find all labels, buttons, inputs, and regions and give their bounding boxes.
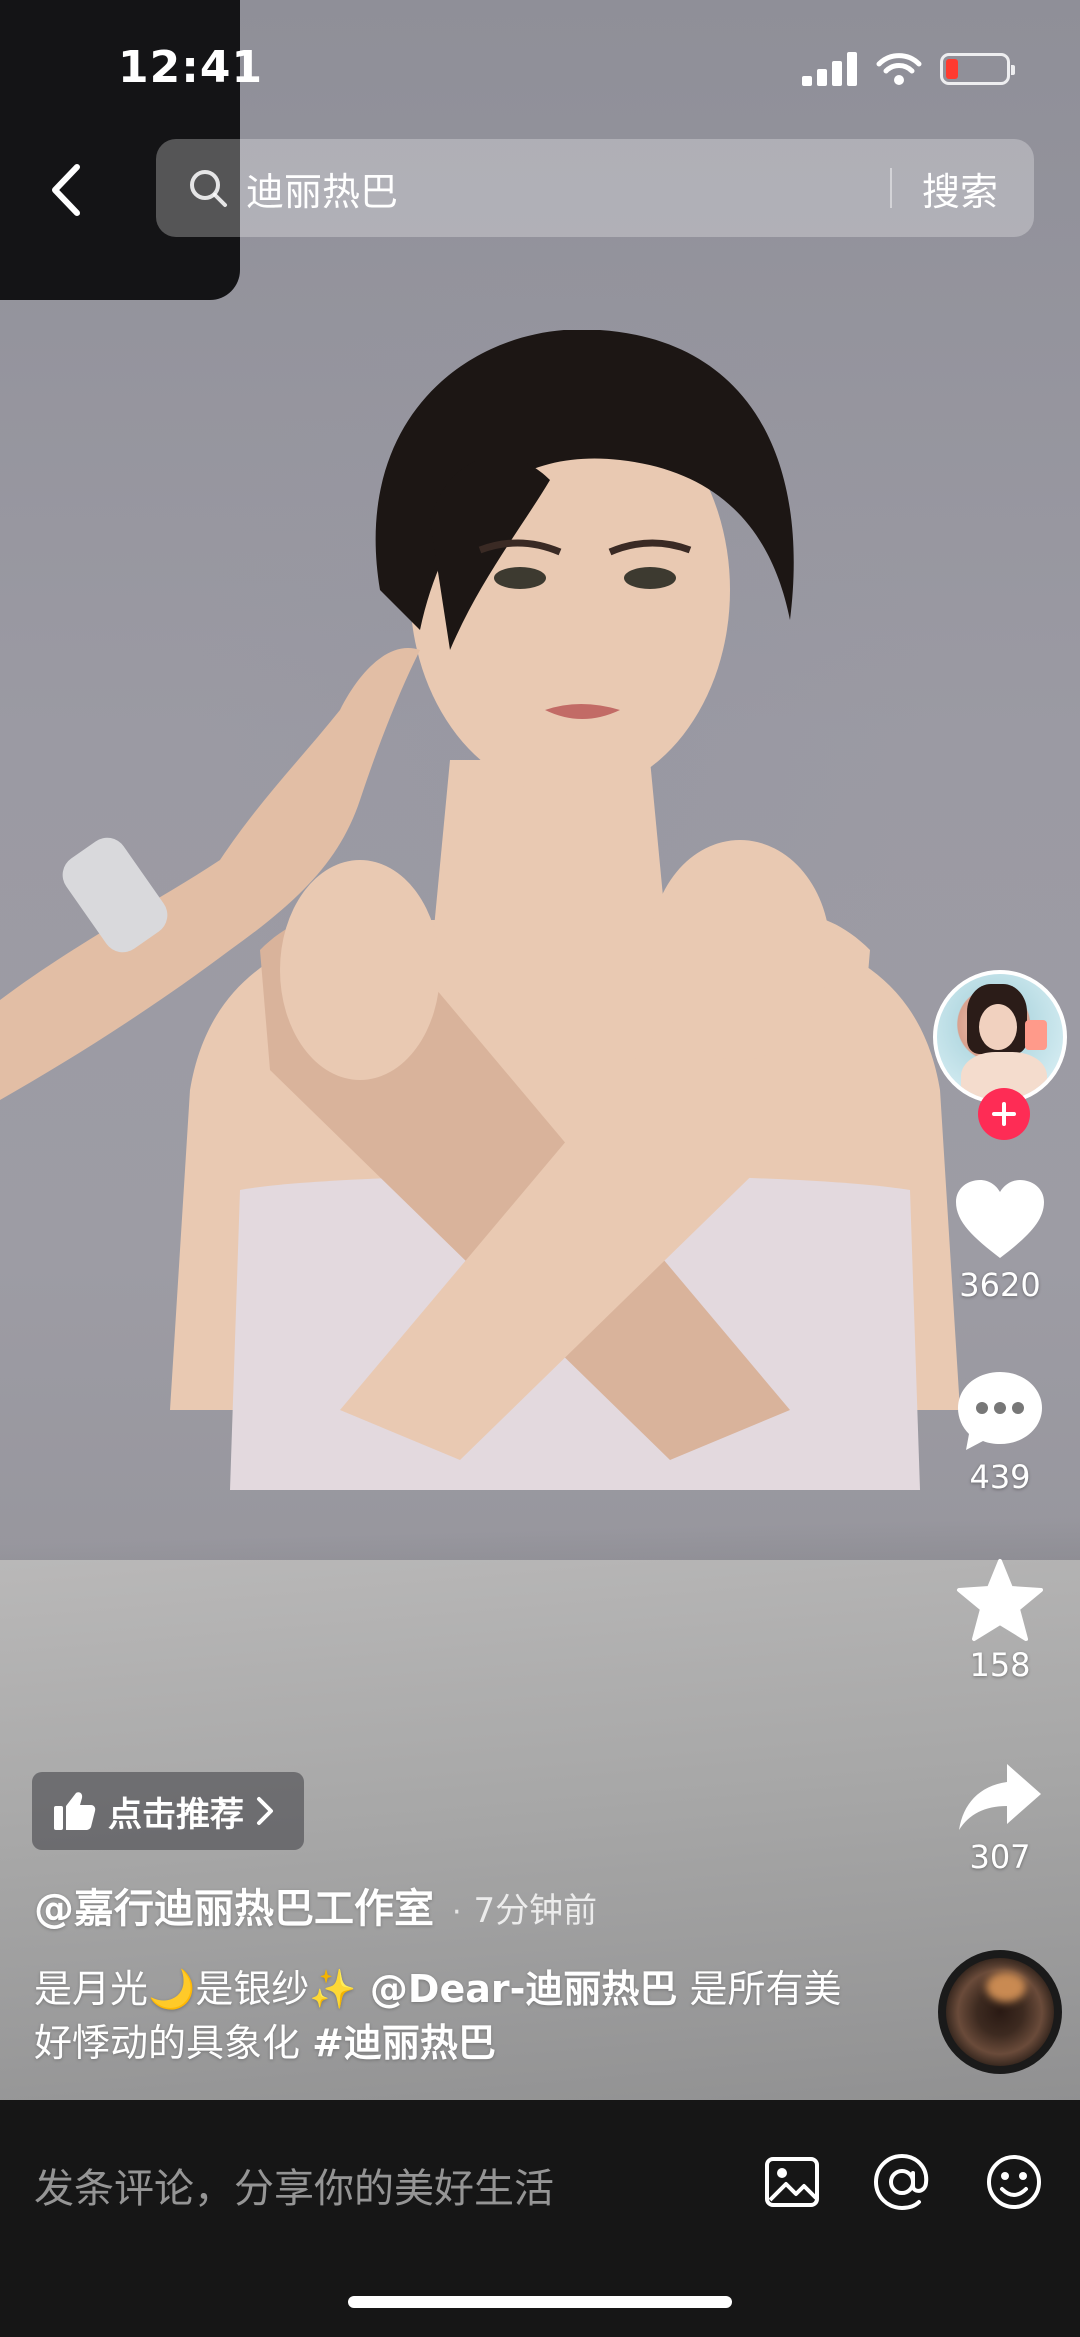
thumbs-up-icon xyxy=(54,1792,96,1830)
status-time: 12:41 xyxy=(118,42,264,93)
cellular-signal-icon xyxy=(802,52,857,86)
search-input[interactable]: 迪丽热巴 xyxy=(246,161,890,216)
comment-button[interactable]: 439 xyxy=(920,1368,1080,1496)
caption-hashtag[interactable]: #迪丽热巴 xyxy=(312,2021,496,2065)
back-button[interactable] xyxy=(30,150,100,230)
recommend-label: 点击推荐 xyxy=(108,1794,244,1835)
home-indicator[interactable] xyxy=(348,2296,732,2308)
chevron-right-icon xyxy=(257,1797,273,1825)
comment-count: 439 xyxy=(969,1458,1031,1496)
star-icon xyxy=(957,1559,1043,1641)
share-count: 307 xyxy=(969,1838,1031,1876)
like-button[interactable]: 3620 xyxy=(920,1178,1080,1304)
sparkles-emoji: ✨ xyxy=(309,1967,357,2011)
caption-mention[interactable]: @Dear-迪丽热巴 xyxy=(357,1967,677,2011)
author-name[interactable]: @嘉行迪丽热巴工作室 xyxy=(34,1876,434,1934)
heart-icon xyxy=(956,1180,1044,1258)
status-bar: 12:41 xyxy=(0,0,1080,140)
search-divider xyxy=(889,168,892,208)
favorite-count: 158 xyxy=(969,1646,1031,1684)
battery-icon xyxy=(940,53,1015,85)
moon-emoji: 🌙 xyxy=(148,1967,196,2011)
avatar[interactable] xyxy=(933,970,1067,1104)
follow-button[interactable] xyxy=(978,1088,1030,1140)
stylist-hand xyxy=(0,648,420,1100)
at-icon[interactable] xyxy=(870,2150,934,2214)
search-button[interactable]: 搜索 xyxy=(922,161,998,216)
caption-text: 是银纱 xyxy=(195,1967,310,2011)
separator-dot: · xyxy=(452,1895,462,1930)
battery-level xyxy=(946,59,958,79)
comment-input[interactable]: 发条评论，分享你的美好生活 xyxy=(34,2156,554,2214)
music-disc[interactable] xyxy=(938,1950,1062,2074)
share-arrow-icon xyxy=(959,1764,1041,1830)
like-count: 3620 xyxy=(959,1266,1041,1304)
author-line: @嘉行迪丽热巴工作室 · 7分钟前 xyxy=(34,1876,597,1934)
favorite-button[interactable]: 158 xyxy=(920,1558,1080,1684)
emoji-icon[interactable] xyxy=(982,2150,1046,2214)
post-time: 7分钟前 xyxy=(473,1891,598,1931)
recommend-button[interactable]: 点击推荐 xyxy=(32,1772,304,1850)
search-bar[interactable]: 迪丽热巴 搜索 xyxy=(156,139,1034,237)
comment-bar: 发条评论，分享你的美好生活 xyxy=(0,2100,1080,2337)
post-caption: 是月光🌙是银纱✨ @Dear-迪丽热巴 是所有美好悸动的具象化 #迪丽热巴 xyxy=(34,1962,864,2070)
image-icon[interactable] xyxy=(760,2150,824,2214)
wifi-icon xyxy=(876,53,922,85)
plus-icon xyxy=(992,1102,1016,1126)
author-avatar[interactable] xyxy=(933,970,1067,1140)
share-button[interactable]: 307 xyxy=(920,1760,1080,1876)
comment-bubble-icon xyxy=(958,1372,1042,1450)
search-icon xyxy=(188,166,232,210)
back-chevron-icon xyxy=(52,164,80,216)
caption-text: 是月光 xyxy=(34,1967,149,2011)
